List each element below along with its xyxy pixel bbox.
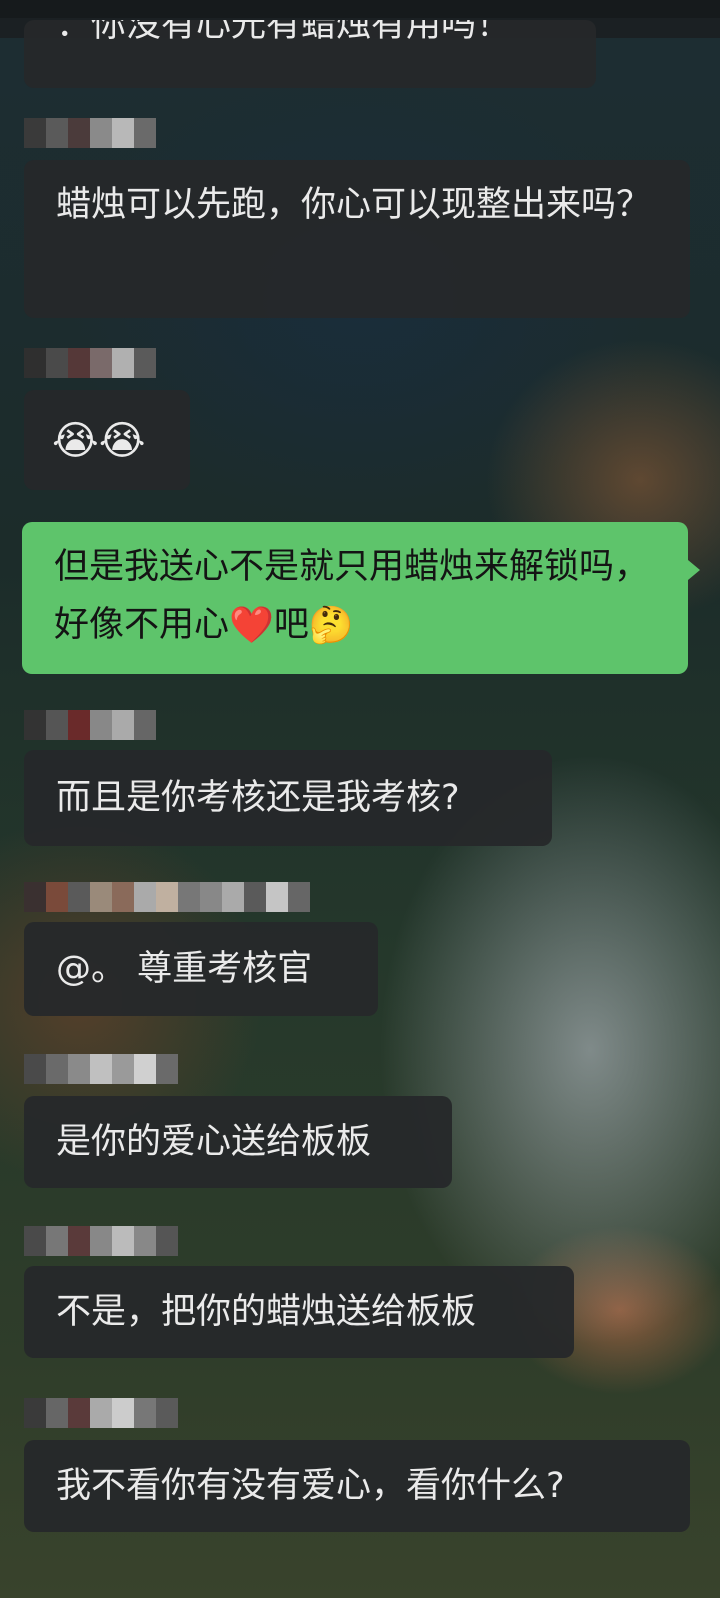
message-text: 而且是你考核还是我考核? <box>56 778 460 818</box>
message-text: 我不看你有没有爱心，看你什么? <box>56 1466 565 1506</box>
message-text: 吧 <box>273 605 309 645</box>
message-text: 不是，把你的蜡烛送给板板 <box>56 1292 477 1332</box>
red-heart-icon: ❤️ <box>229 605 274 646</box>
message-bubble[interactable]: 是你的爱心送给板板 <box>24 1096 452 1188</box>
message-bubble[interactable]: 蜡烛可以先跑，你心可以现整出来吗？ <box>24 160 690 318</box>
message-bubble[interactable]: 而且是你考核还是我考核? <box>24 750 552 846</box>
sender-name-blurred <box>24 118 156 148</box>
message-text: 是你的爱心送给板板 <box>56 1122 372 1162</box>
sender-name-blurred <box>24 1054 178 1084</box>
message-text: 蜡烛可以先跑，你心可以现整出来吗？ <box>56 185 652 225</box>
message-bubble[interactable]: 😭😭 <box>24 390 190 490</box>
sender-name-blurred <box>24 1398 178 1428</box>
sender-name-blurred <box>24 1226 178 1256</box>
message-bubble[interactable]: @。 尊重考核官 <box>24 922 378 1016</box>
crying-face-icon: 😭😭 <box>52 418 146 464</box>
message-bubble-self[interactable]: 但是我送心不是就只用蜡烛来解锁吗，好像不用心❤️吧🤔 <box>22 522 700 674</box>
sender-name-blurred <box>24 882 310 912</box>
sender-name-blurred <box>24 348 156 378</box>
message-text: @。 尊重考核官 <box>56 949 313 989</box>
message-text: ：你没有心光有蜡烛有用吗！ <box>56 20 512 45</box>
message-bubble[interactable]: ：你没有心光有蜡烛有用吗！ <box>24 20 596 88</box>
message-bubble[interactable]: 我不看你有没有爱心，看你什么? <box>24 1440 690 1532</box>
thinking-face-icon: 🤔 <box>308 605 354 646</box>
sender-name-blurred <box>24 710 156 740</box>
message-bubble[interactable]: 不是，把你的蜡烛送给板板 <box>24 1266 574 1358</box>
